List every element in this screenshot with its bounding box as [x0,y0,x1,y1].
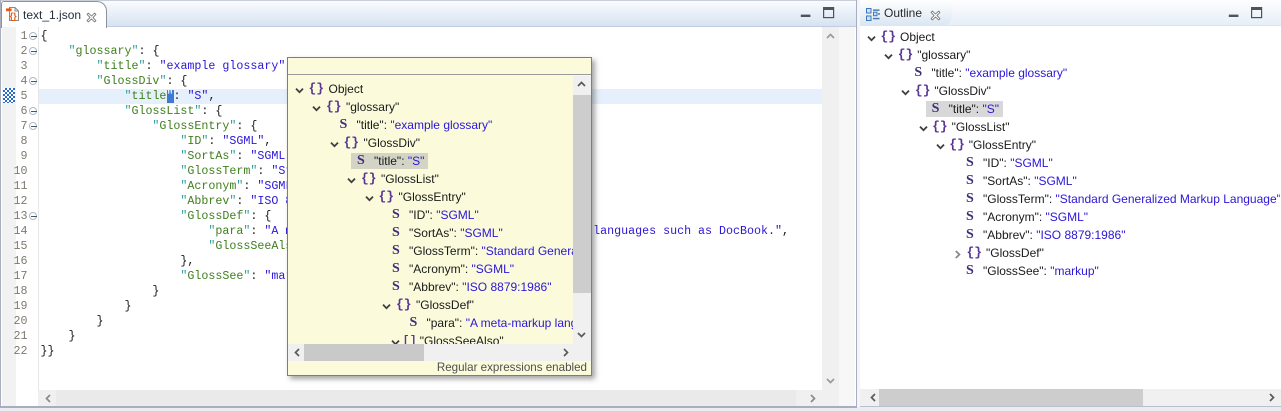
svg-text:{}: {} [10,11,18,21]
